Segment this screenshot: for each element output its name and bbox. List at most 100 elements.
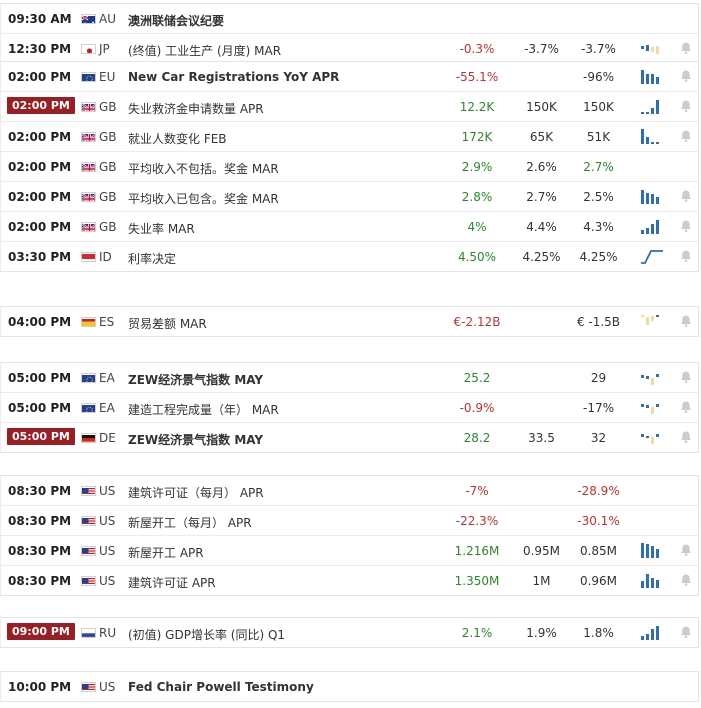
- event-row[interactable]: 02:00 PM GB 失业率 MAR 4% 4.4% 4.3%: [1, 212, 698, 242]
- sparkline-bar: [646, 228, 649, 234]
- event-name[interactable]: New Car Registrations YoY APR: [128, 70, 339, 84]
- bell-icon[interactable]: [679, 189, 693, 203]
- country-code: EA: [99, 401, 115, 415]
- bell-icon[interactable]: [679, 314, 693, 328]
- event-name[interactable]: (初值) GDP增长率 (同比) Q1: [128, 626, 285, 643]
- history-sparkline[interactable]: [639, 624, 667, 640]
- forecast-value: 2.7%: [526, 190, 557, 204]
- event-row[interactable]: 05:00 PM EA 建造工程完成量（年） MAR -0.9% -17%: [1, 393, 698, 423]
- event-name[interactable]: 利率决定: [128, 250, 176, 267]
- previous-value: 0.85M: [579, 544, 618, 558]
- previous-value: 51K: [586, 130, 611, 144]
- history-sparkline[interactable]: [639, 313, 667, 329]
- bell-icon[interactable]: [679, 99, 693, 113]
- history-sparkline[interactable]: [639, 572, 667, 588]
- bell-icon[interactable]: [679, 219, 693, 233]
- sparkline-bar: [651, 224, 654, 234]
- event-name[interactable]: 建筑许可证 APR: [128, 574, 216, 591]
- event-row[interactable]: 10:00 PM US Fed Chair Powell Testimony: [1, 672, 698, 701]
- event-group: 10:00 PM US Fed Chair Powell Testimony: [0, 671, 699, 702]
- event-name[interactable]: 失业率 MAR: [128, 220, 195, 237]
- event-name[interactable]: 平均收入已包含。奖金 MAR: [128, 190, 279, 207]
- event-group: 05:00 PM EA ZEW经济景气指数 MAY 25.2 29 05:00 PM EA 建…: [0, 362, 699, 453]
- bell-icon[interactable]: [679, 543, 693, 557]
- event-time: 04:00 PM: [8, 315, 72, 329]
- event-name[interactable]: ZEW经济景气指数 MAY: [128, 371, 263, 388]
- event-name[interactable]: 新屋开工 APR: [128, 544, 204, 561]
- event-time: 08:30 PM: [8, 514, 72, 528]
- bell-icon[interactable]: [679, 129, 693, 143]
- sparkline-bar: [641, 230, 644, 234]
- event-name[interactable]: ZEW经济景气指数 MAY: [128, 431, 263, 448]
- previous-value: 150K: [583, 100, 614, 114]
- previous-value: 1.8%: [583, 626, 614, 640]
- history-sparkline[interactable]: [639, 399, 667, 415]
- event-row[interactable]: 02:00 PM GB 平均收入已包含。奖金 MAR 2.8% 2.7% 2.5%: [1, 182, 698, 212]
- bell-icon[interactable]: [679, 370, 693, 384]
- event-time: 05:00 PM: [7, 428, 75, 445]
- history-sparkline[interactable]: [639, 128, 667, 144]
- previous-value: -30.1%: [577, 514, 620, 528]
- actual-value: €-2.12B: [453, 315, 501, 329]
- event-row[interactable]: 02:00 PM GB 就业人数变化 FEB 172K 65K 51K: [1, 122, 698, 152]
- event-name[interactable]: 建造工程完成量（年） MAR: [128, 401, 279, 418]
- event-name[interactable]: 建筑许可证（每月） APR: [128, 484, 264, 501]
- bell-icon[interactable]: [679, 249, 693, 263]
- history-sparkline[interactable]: [639, 248, 667, 264]
- sparkline-bar: [641, 543, 644, 558]
- history-sparkline[interactable]: [639, 218, 667, 234]
- forecast-value: 1M: [532, 574, 551, 588]
- history-sparkline[interactable]: [639, 542, 667, 558]
- event-name[interactable]: (终值) 工业生产 (月度) MAR: [128, 42, 281, 59]
- event-time: 05:00 PM: [8, 401, 72, 415]
- event-row[interactable]: 08:30 PM US 新屋开工（每月） APR -22.3% -30.1%: [1, 506, 698, 536]
- bell-icon[interactable]: [679, 400, 693, 414]
- country-code: AU: [99, 12, 116, 26]
- previous-value: 32: [590, 431, 607, 445]
- event-name[interactable]: 平均收入不包括。奖金 MAR: [128, 160, 279, 177]
- forecast-value: 4.4%: [526, 220, 557, 234]
- history-sparkline[interactable]: [639, 188, 667, 204]
- sparkline-bar: [651, 47, 654, 52]
- history-sparkline[interactable]: [639, 98, 667, 114]
- event-row[interactable]: 02:00 PM GB 失业救济金申请数量 APR 12.2K 150K 150K: [1, 92, 698, 122]
- event-row[interactable]: 09:00 PM RU (初值) GDP增长率 (同比) Q1 2.1% 1.9% 1.8…: [1, 618, 698, 647]
- bell-icon[interactable]: [679, 69, 693, 83]
- bell-icon[interactable]: [679, 430, 693, 444]
- event-name[interactable]: 新屋开工（每月） APR: [128, 514, 252, 531]
- event-row[interactable]: 08:30 PM US 建筑许可证 APR 1.350M 1M 0.96M: [1, 566, 698, 595]
- bell-icon[interactable]: [679, 625, 693, 639]
- event-row[interactable]: 03:30 PM ID 利率决定 4.50% 4.25% 4.25%: [1, 242, 698, 271]
- gb-flag-icon: [81, 162, 96, 172]
- history-sparkline[interactable]: [639, 369, 667, 385]
- sparkline-bar: [646, 436, 649, 438]
- event-name[interactable]: 澳洲联储会议纪要: [128, 12, 224, 29]
- event-row[interactable]: 08:30 PM US 新屋开工 APR 1.216M 0.95M 0.85M: [1, 536, 698, 566]
- event-name[interactable]: 贸易差额 MAR: [128, 315, 207, 332]
- event-name[interactable]: 就业人数变化 FEB: [128, 130, 227, 147]
- history-sparkline[interactable]: [639, 40, 667, 56]
- event-row[interactable]: 09:30 AM AU 澳洲联储会议纪要: [1, 4, 698, 34]
- event-name[interactable]: Fed Chair Powell Testimony: [128, 680, 314, 694]
- event-row[interactable]: 05:00 PM EA ZEW经济景气指数 MAY 25.2 29: [1, 363, 698, 393]
- history-sparkline[interactable]: [639, 68, 667, 84]
- history-sparkline[interactable]: [639, 429, 667, 445]
- event-row[interactable]: 08:30 PM US 建筑许可证（每月） APR -7% -28.9%: [1, 476, 698, 506]
- event-time: 12:30 PM: [8, 42, 72, 56]
- event-row[interactable]: 02:00 PM EU New Car Registrations YoY APR -…: [1, 62, 698, 92]
- country-code: US: [99, 544, 116, 558]
- event-row[interactable]: 05:00 PM DE ZEW经济景气指数 MAY 28.2 33.5 32: [1, 423, 698, 452]
- event-name[interactable]: 失业救济金申请数量 APR: [128, 100, 264, 117]
- forecast-value: 65K: [529, 130, 554, 144]
- bell-icon[interactable]: [679, 41, 693, 55]
- sparkline-bar: [646, 574, 649, 588]
- sparkline-bar: [646, 137, 649, 144]
- us-flag-icon: [81, 682, 96, 692]
- sparkline-bar: [641, 434, 644, 437]
- event-row[interactable]: 02:00 PM GB 平均收入不包括。奖金 MAR 2.9% 2.6% 2.7%: [1, 152, 698, 182]
- bell-icon[interactable]: [679, 573, 693, 587]
- event-row[interactable]: 04:00 PM ES 贸易差额 MAR €-2.12B € -1.5B: [1, 307, 698, 336]
- sparkline-bar: [646, 544, 649, 558]
- forecast-value: -3.7%: [524, 42, 559, 56]
- event-row[interactable]: 12:30 PM JP (终值) 工业生产 (月度) MAR -0.3% -3.7% -3…: [1, 34, 698, 63]
